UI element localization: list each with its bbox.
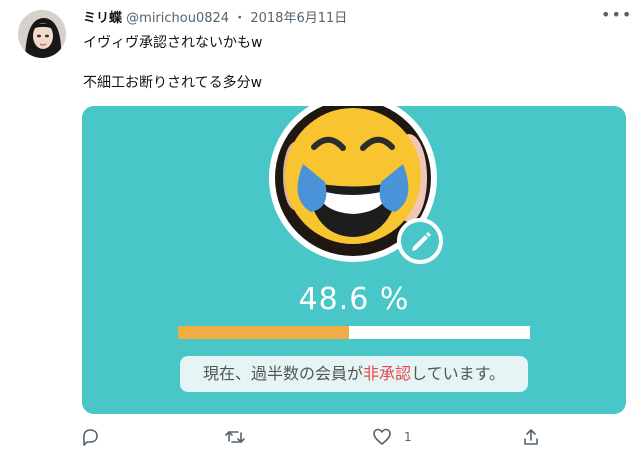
approval-status-message: 現在、過半数の会員が非承認しています。 [180, 356, 528, 392]
tweet-date[interactable]: 2018年6月11日 [250, 11, 347, 26]
heart-icon[interactable] [372, 427, 392, 447]
approval-progress-bar [178, 326, 530, 339]
tweet-text: イヴィヴ承認されないかもw 不細工お断りされてる多分w [83, 35, 263, 91]
status-prefix: 現在、過半数の会員が [203, 364, 364, 383]
like-count: 1 [404, 430, 412, 444]
status-emphasis: 非承認 [363, 364, 412, 383]
share-icon[interactable] [521, 427, 541, 447]
status-suffix: しています。 [411, 364, 505, 383]
meta-separator: ・ [233, 11, 247, 26]
approval-percentage: 48.6 % [298, 282, 410, 317]
retweet-icon[interactable] [224, 427, 246, 447]
display-name[interactable]: ミリ蝶 [83, 11, 122, 26]
author-avatar[interactable] [18, 10, 66, 58]
edit-pencil-icon [397, 218, 443, 264]
user-handle[interactable]: @mirichou0824 [126, 11, 229, 26]
tweet-image-card[interactable]: 48.6 % 現在、過半数の会員が非承認しています。 [82, 106, 626, 414]
approval-progress-fill [178, 326, 350, 339]
reply-icon[interactable] [80, 427, 100, 447]
tweet-header: ミリ蝶 @mirichou0824 ・ 2018年6月11日 [83, 10, 347, 28]
more-horizontal-icon[interactable]: ••• [601, 5, 631, 25]
